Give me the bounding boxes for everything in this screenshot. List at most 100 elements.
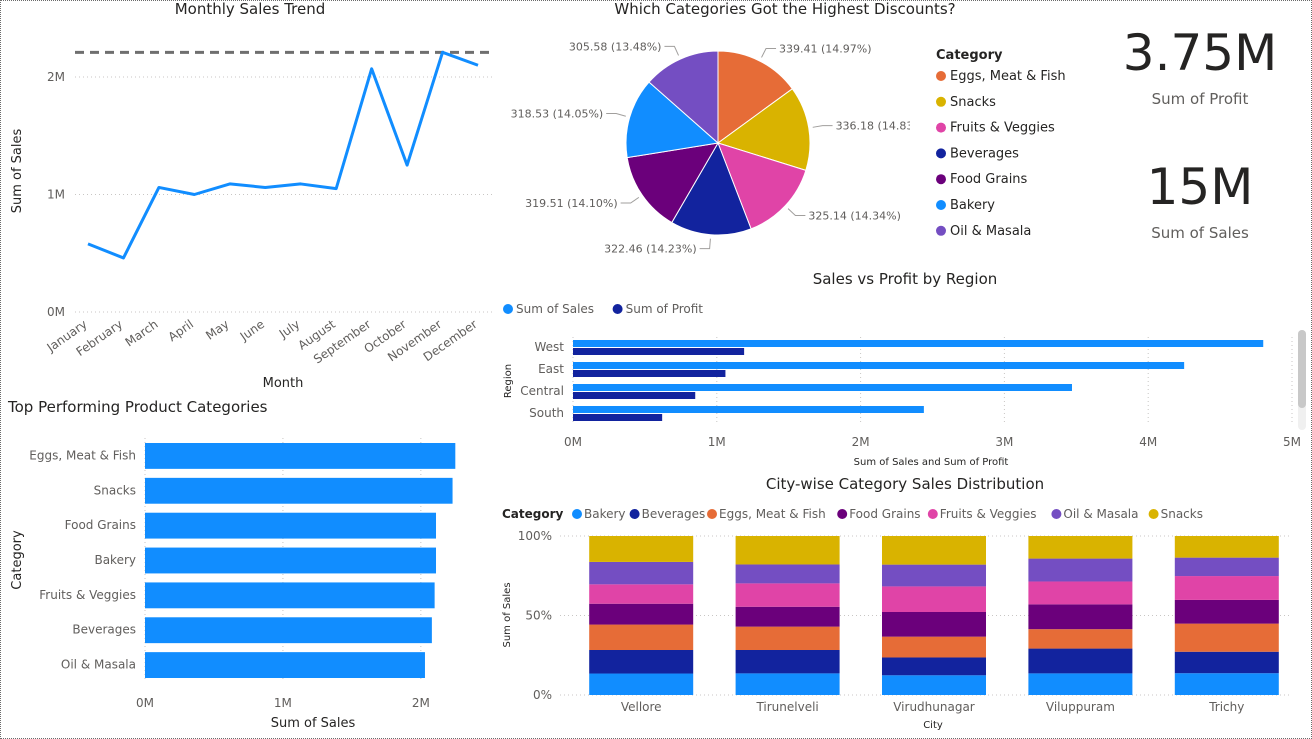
legend-item: Beverages [950,146,1019,161]
legend-marker [837,509,848,519]
stacked-segment [882,586,986,613]
sales-trend-line [87,50,479,260]
stacked-segment [735,626,840,651]
pie-leader-line [761,48,777,58]
profit-kpi-label: Sum of Profit [1151,90,1249,108]
legend-marker [936,174,946,185]
stacked-segment [1174,623,1279,652]
pie-chart-title: Which Categories Got the Highest Discoun… [614,0,956,18]
region-bar [573,340,1264,347]
stacked-segment [882,636,986,658]
x-tick-label: 0M [564,435,582,449]
x-tick-label: July [276,317,303,341]
pie-legend: Category Eggs, Meat & Fish Snacks Fruits & … [936,48,1066,239]
y-tick-label: East [538,362,564,376]
stacked-segment [1028,581,1133,605]
pie-data-label: 322.46 (14.23%) [604,243,697,256]
stacked-segment [589,624,694,651]
category-bar [145,652,425,678]
y-tick-label: 0M [47,305,65,319]
category-chart-title: Top Performing Product Categories [8,398,268,416]
y-tick-label: 0% [533,688,552,702]
y-tick-label: 100% [518,529,552,543]
stacked-segment [1028,673,1133,695]
stacked-segment [1174,557,1279,577]
pie-data-label: 318.53 (14.05%) [511,107,604,120]
stacked-segment [589,673,694,695]
stacked-segment [735,583,840,607]
monthly-chart-title: Monthly Sales Trend [174,0,326,18]
region-bar [573,362,1185,369]
stacked-segment [735,606,840,627]
legend-item: Bakery [584,507,626,521]
pie-leader-line [699,238,711,250]
stacked-segment [882,536,986,565]
legend-item: Beverages [642,507,706,521]
city-stacked-chart[interactable]: Category Bakery Beverages Eggs, Meat & Fish… [495,500,1305,735]
y-axis-title: Sum of Sales [502,582,513,647]
y-tick-label: South [529,406,564,420]
stacked-segment [589,650,694,674]
x-tick-label: June [237,317,267,344]
y-tick-label: West [534,340,564,354]
legend-marker [936,148,946,159]
region-bar [573,392,696,399]
stacked-segment [735,564,840,584]
pie-data-label: 325.14 (14.34%) [808,209,901,222]
legend-marker [936,200,946,210]
legend-title: Category [502,507,564,521]
legend-marker [936,96,946,107]
pie-data-label: 319.51 (14.10%) [525,197,618,210]
x-tick-label: 5M [1283,435,1301,449]
category-bar [145,477,453,504]
city-chart-title: City-wise Category Sales Distribution [765,475,1045,493]
x-tick-label: Vellore [621,700,662,714]
stacked-segment [1028,536,1133,559]
legend-marker [572,509,582,519]
x-tick-label: 3M [995,435,1013,449]
x-tick-label: 2M [412,696,430,710]
pie-data-label: 305.58 (13.48%) [569,40,662,53]
stacked-segment [1028,648,1133,674]
discount-pie-chart[interactable]: 339.41 (14.97%) 336.18 (14.83%) 325.14 (14… [500,20,910,260]
legend-marker [936,122,946,133]
region-bar-chart[interactable]: Sum of Sales Sum of Profit 0M 1M 2M 3M 4M 5M Wes… [495,295,1305,470]
stacked-segment [589,584,694,604]
y-tick-label: Central [520,384,564,398]
x-tick-label: 1M [274,696,292,710]
stacked-segment [1028,604,1133,630]
x-tick-label: May [203,317,231,343]
pie-data-label: 339.41 (14.97%) [779,43,872,56]
legend-item: Sum of Sales [516,302,594,316]
y-tick-label: Beverages [72,623,136,637]
pie-leader-line [787,208,806,216]
pie-leader-line [606,112,626,117]
monthly-sales-line-chart[interactable]: 0M1M2MJanuaryFebruaryMarch April May June Ju… [0,20,510,395]
stacked-segment [1174,599,1279,624]
legend-item: Oil & Masala [1063,507,1138,521]
legend-marker [1051,509,1062,519]
profit-kpi-value: 3.75M [1122,24,1278,82]
legend-item: Sum of Profit [626,302,704,316]
category-bar [145,582,435,609]
legend-item: Oil & Masala [950,224,1031,239]
category-bar [145,512,437,539]
y-tick-label: 50% [525,609,552,623]
legend-item: Food Grains [849,507,920,521]
legend-item: Bakery [950,198,995,213]
legend-marker [629,509,640,519]
region-chart-scrollbar[interactable] [1298,330,1306,408]
stacked-segment [1028,629,1133,649]
y-axis-title: Region [503,364,514,398]
x-tick-label: 1M [708,435,726,449]
category-bar [145,547,437,574]
x-tick-label: April [166,317,197,344]
stacked-segment [1174,536,1279,558]
legend-marker [936,71,946,81]
y-tick-label: Oil & Masala [61,658,136,672]
y-tick-label: 1M [47,188,65,202]
category-bar-chart[interactable]: 0M 1M 2M Eggs, Meat & Fish Snacks Food Grains… [0,420,500,735]
legend-item: Eggs, Meat & Fish [719,507,826,521]
region-bar [573,384,1072,391]
x-tick-label: 4M [1139,435,1157,449]
